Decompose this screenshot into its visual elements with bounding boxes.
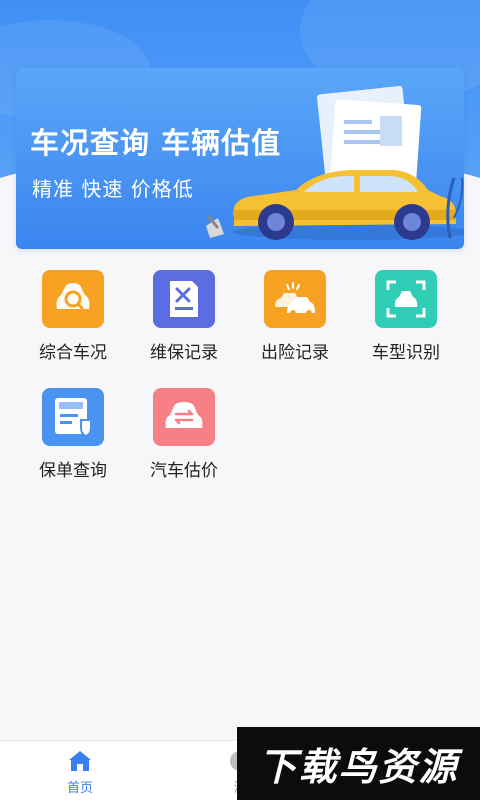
- tab-home[interactable]: 首页: [0, 741, 160, 800]
- grid-item-label: 车型识别: [372, 343, 440, 363]
- car-search-icon: [42, 270, 104, 328]
- grid-item-vehicle-condition[interactable]: 综合车况: [13, 270, 133, 370]
- car-illustration: [206, 85, 464, 240]
- grid-item-label: 出险记录: [261, 343, 329, 363]
- grid-item-label: 综合车况: [39, 343, 107, 363]
- car-scan-icon: [375, 270, 437, 328]
- car-exchange-icon: [153, 388, 215, 446]
- home-icon: [69, 751, 91, 771]
- grid-item-label: 维保记录: [150, 343, 218, 363]
- maintenance-doc-icon: [153, 270, 215, 328]
- grid-item-car-valuation[interactable]: 汽车估价: [124, 388, 244, 488]
- tool-icon: [206, 215, 224, 238]
- grid-item-model-recognition[interactable]: 车型识别: [346, 270, 466, 370]
- grid-item-accident-records[interactable]: 出险记录: [235, 270, 355, 370]
- grid-item-label: 保单查询: [39, 461, 107, 481]
- grid-item-maintenance-records[interactable]: 维保记录: [124, 270, 244, 370]
- yellow-car-icon: [232, 170, 464, 240]
- grid-item-label: 汽车估价: [150, 461, 218, 481]
- car-accident-icon: [264, 270, 326, 328]
- watermark-logo: 下载鸟资源: [237, 727, 480, 800]
- tab-label: 首页: [66, 781, 93, 796]
- promo-banner[interactable]: 车况查询 车辆估值 精准 快速 价格低: [16, 68, 464, 249]
- grid-item-policy-query[interactable]: 保单查询: [13, 388, 133, 488]
- banner-subtitle: 精准 快速 价格低: [32, 177, 194, 201]
- insurance-policy-icon: [42, 388, 104, 446]
